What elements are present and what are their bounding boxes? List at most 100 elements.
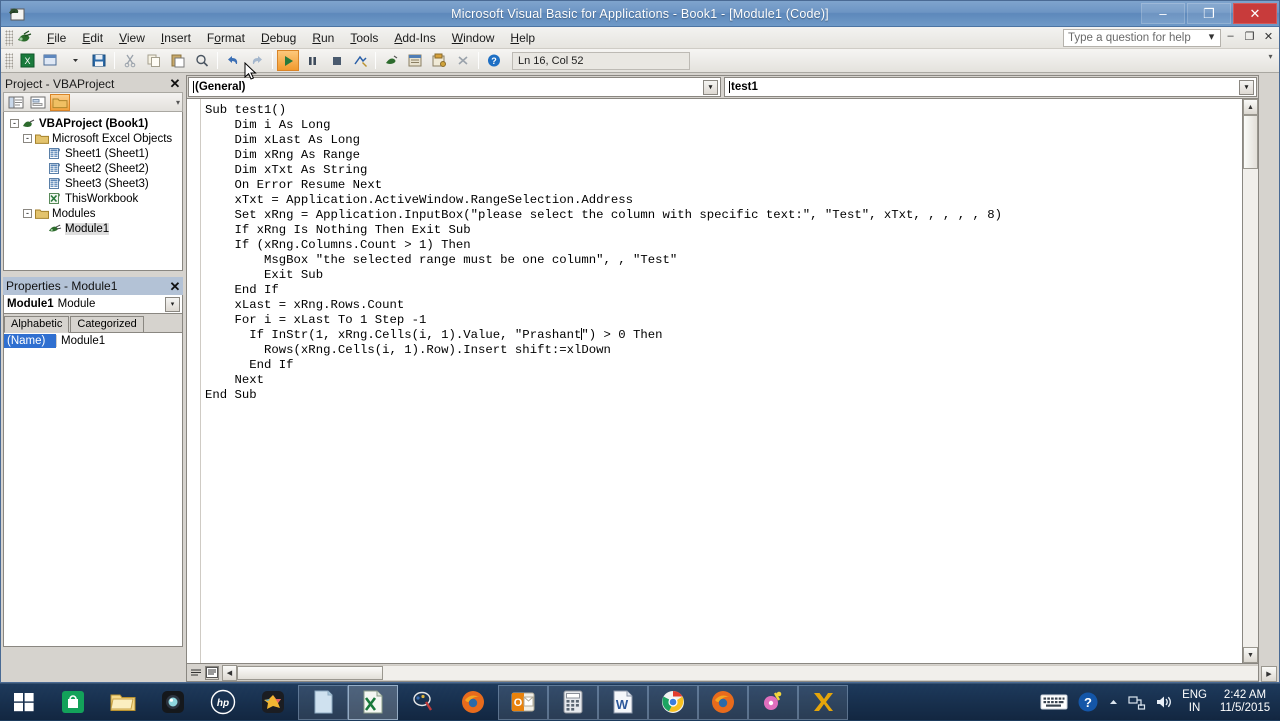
firefox-window-icon[interactable] bbox=[698, 685, 748, 720]
help-icon[interactable]: ? bbox=[483, 50, 505, 71]
paste-icon[interactable] bbox=[167, 50, 189, 71]
menu-window[interactable]: Window bbox=[444, 29, 503, 47]
code-horizontal-scrollbar[interactable]: ◀ bbox=[222, 665, 1258, 681]
close-button[interactable]: ✕ bbox=[1233, 3, 1277, 24]
chrome-icon[interactable] bbox=[648, 685, 698, 720]
project-pane-close-icon[interactable]: ✕ bbox=[168, 77, 182, 91]
code-margin-indicator-bar[interactable] bbox=[187, 99, 201, 663]
windows-start-icon[interactable] bbox=[0, 684, 48, 721]
menu-file[interactable]: File bbox=[39, 29, 74, 47]
menu-format[interactable]: Format bbox=[199, 29, 253, 47]
toggle-folders-icon[interactable] bbox=[50, 94, 70, 111]
chevron-down-icon[interactable]: ▾ bbox=[165, 297, 180, 312]
calculator-icon[interactable] bbox=[548, 685, 598, 720]
firefox-icon[interactable] bbox=[448, 685, 498, 720]
menu-help[interactable]: Help bbox=[502, 29, 543, 47]
xodo-icon[interactable] bbox=[798, 685, 848, 720]
tree-item-sheet2-sheet2[interactable]: Sheet2 (Sheet2) bbox=[6, 161, 180, 176]
code-text[interactable]: Sub test1() Dim i As Long Dim xLast As L… bbox=[201, 99, 1242, 663]
tree-item-sheet3-sheet3[interactable]: Sheet3 (Sheet3) bbox=[6, 176, 180, 191]
vscroll-thumb[interactable] bbox=[1243, 115, 1258, 169]
menu-addins[interactable]: Add-Ins bbox=[386, 29, 443, 47]
reset-icon[interactable] bbox=[325, 50, 347, 71]
toolbar-insert-dropdown[interactable] bbox=[64, 50, 86, 71]
tree-item-thisworkbook[interactable]: ThisWorkbook bbox=[6, 191, 180, 206]
paint-icon[interactable] bbox=[398, 685, 448, 720]
properties-window-icon[interactable] bbox=[404, 50, 426, 71]
notes-icon[interactable] bbox=[298, 685, 348, 720]
break-icon[interactable] bbox=[301, 50, 323, 71]
scroll-left-button[interactable]: ◀ bbox=[222, 665, 237, 681]
tree-expander-icon[interactable]: - bbox=[23, 134, 32, 143]
menu-view[interactable]: View bbox=[111, 29, 153, 47]
run-sub-icon[interactable] bbox=[277, 50, 299, 71]
procedure-combo[interactable]: test1 ▾ bbox=[724, 77, 1257, 97]
tree-item-vbaproject-book1[interactable]: -VBAProject (Book1) bbox=[6, 116, 180, 131]
object-browser-icon[interactable] bbox=[428, 50, 450, 71]
media-icon[interactable] bbox=[748, 685, 798, 720]
help-circle-icon[interactable]: ? bbox=[1077, 691, 1099, 713]
clock[interactable]: 2:42 AM 11/5/2015 bbox=[1216, 689, 1274, 715]
mdi-scroll-right-button[interactable]: ▶ bbox=[1261, 666, 1277, 682]
show-hidden-icons-button[interactable] bbox=[1108, 697, 1119, 708]
mdi-close-button[interactable]: ✕ bbox=[1262, 30, 1275, 43]
store-icon[interactable] bbox=[48, 685, 98, 720]
vscroll-track[interactable] bbox=[1243, 115, 1258, 647]
tab-alphabetic[interactable]: Alphabetic bbox=[4, 316, 69, 333]
menu-edit[interactable]: Edit bbox=[74, 29, 111, 47]
project-tree[interactable]: -VBAProject (Book1)-Microsoft Excel Obje… bbox=[3, 112, 183, 271]
tree-expander-icon[interactable]: - bbox=[23, 209, 32, 218]
maximize-button[interactable]: ❐ bbox=[1187, 3, 1231, 24]
toolbar-overflow-button[interactable]: ▾ bbox=[1266, 52, 1275, 69]
properties-grid[interactable]: (Name) Module1 bbox=[3, 332, 183, 647]
insert-userform-icon[interactable] bbox=[40, 50, 62, 71]
tab-categorized[interactable]: Categorized bbox=[70, 316, 143, 332]
copy-icon[interactable] bbox=[143, 50, 165, 71]
menu-run[interactable]: Run bbox=[304, 29, 342, 47]
tree-item-modules[interactable]: -Modules bbox=[6, 206, 180, 221]
cut-icon[interactable] bbox=[119, 50, 141, 71]
help-question-input[interactable]: Type a question for help bbox=[1063, 29, 1221, 47]
chevron-down-icon[interactable]: ▾ bbox=[1239, 80, 1254, 95]
minimize-button[interactable]: – bbox=[1141, 3, 1185, 24]
tree-item-module1[interactable]: Module1 bbox=[6, 221, 180, 236]
hscroll-track[interactable] bbox=[237, 665, 1258, 681]
properties-object-combo[interactable]: Module1 Module ▾ bbox=[3, 295, 183, 314]
toolbox-icon[interactable] bbox=[452, 50, 474, 71]
procedure-view-icon[interactable] bbox=[189, 666, 203, 680]
mdi-menu-button[interactable]: ▾ bbox=[1205, 30, 1218, 43]
menu-insert[interactable]: Insert bbox=[153, 29, 199, 47]
hscroll-thumb[interactable] bbox=[237, 666, 383, 680]
outlook-icon[interactable]: O bbox=[498, 685, 548, 720]
camera-icon[interactable] bbox=[148, 685, 198, 720]
menu-debug[interactable]: Debug bbox=[253, 29, 304, 47]
properties-pane-close-icon[interactable]: ✕ bbox=[168, 279, 182, 293]
toolbar-grip-handle[interactable] bbox=[5, 53, 13, 69]
full-module-view-icon[interactable] bbox=[205, 666, 219, 680]
find-icon[interactable] bbox=[191, 50, 213, 71]
tree-item-sheet1-sheet1[interactable]: Sheet1 (Sheet1) bbox=[6, 146, 180, 161]
view-code-icon[interactable] bbox=[6, 94, 26, 111]
photos-icon[interactable] bbox=[248, 685, 298, 720]
tree-expander-icon[interactable]: - bbox=[10, 119, 19, 128]
property-value[interactable]: Module1 bbox=[56, 335, 182, 347]
code-editor-area[interactable]: Sub test1() Dim i As Long Dim xLast As L… bbox=[187, 98, 1258, 663]
scroll-down-button[interactable]: ▼ bbox=[1243, 647, 1258, 663]
view-object-icon[interactable] bbox=[28, 94, 48, 111]
code-vertical-scrollbar[interactable]: ▲ ▼ bbox=[1242, 99, 1258, 663]
network-icon[interactable] bbox=[1128, 694, 1146, 710]
file-explorer-icon[interactable] bbox=[98, 685, 148, 720]
volume-icon[interactable] bbox=[1155, 694, 1173, 710]
mdi-minimize-button[interactable]: – bbox=[1224, 30, 1237, 43]
menu-tools[interactable]: Tools bbox=[342, 29, 386, 47]
design-mode-icon[interactable] bbox=[349, 50, 371, 71]
mdi-restore-button[interactable]: ❐ bbox=[1243, 30, 1256, 43]
language-indicator[interactable]: ENG IN bbox=[1182, 689, 1207, 715]
hp-icon[interactable]: hp bbox=[198, 685, 248, 720]
undo-icon[interactable] bbox=[222, 50, 244, 71]
object-combo[interactable]: (General) ▾ bbox=[188, 77, 721, 97]
view-excel-icon[interactable]: X bbox=[16, 50, 38, 71]
menu-grip-handle[interactable] bbox=[5, 30, 13, 46]
word-icon[interactable]: W bbox=[598, 685, 648, 720]
scroll-up-button[interactable]: ▲ bbox=[1243, 99, 1258, 115]
